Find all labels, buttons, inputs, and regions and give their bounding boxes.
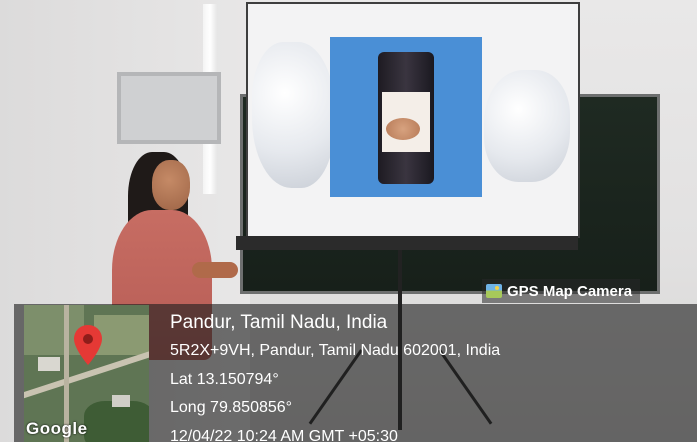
presenter-arm bbox=[192, 262, 238, 278]
map-building bbox=[38, 357, 60, 371]
slide-tooth-image-left bbox=[252, 42, 334, 188]
whiteboard bbox=[117, 72, 221, 144]
map-brand-logo: Google bbox=[26, 419, 88, 438]
map-pin-icon bbox=[74, 325, 102, 365]
address-text: 5R2X+9VH, Pandur, Tamil Nadu 602001, Ind… bbox=[170, 342, 501, 359]
bottle-label-hand-image bbox=[386, 118, 420, 140]
place-name: Pandur, Tamil Nadu, India bbox=[170, 312, 388, 333]
latitude-text: Lat 13.150794° bbox=[170, 371, 279, 388]
slide-tooth-image-right bbox=[484, 70, 570, 182]
map-field bbox=[94, 315, 149, 355]
map-building bbox=[112, 395, 130, 407]
gps-camera-badge: GPS Map Camera bbox=[482, 279, 641, 303]
longitude-text: Long 79.850856° bbox=[170, 399, 293, 416]
gps-camera-label: GPS Map Camera bbox=[507, 282, 633, 300]
screen-roller bbox=[236, 236, 578, 250]
map-vegetation bbox=[84, 401, 149, 442]
presenter-face bbox=[152, 160, 190, 210]
camera-map-icon bbox=[486, 284, 502, 298]
datetime-text: 12/04/22 10:24 AM GMT +05:30 bbox=[170, 428, 398, 445]
